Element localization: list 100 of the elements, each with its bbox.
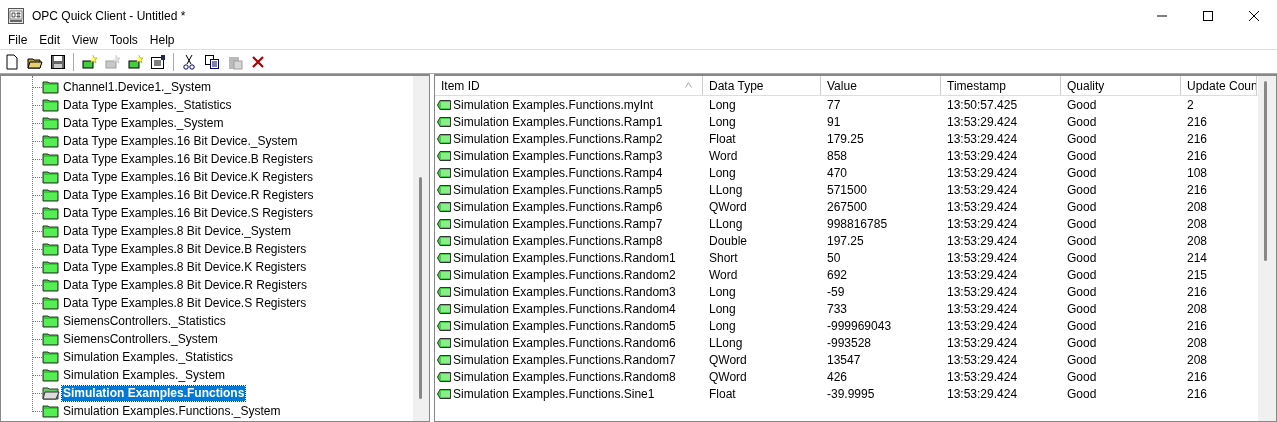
folder-icon [42,206,60,220]
column-header[interactable]: Value [821,76,941,95]
update-count-cell: 208 [1187,216,1208,231]
cut-icon[interactable] [181,53,197,70]
update-count-cell: 216 [1187,284,1208,299]
column-header[interactable]: Quality [1061,76,1181,95]
item-id-cell[interactable]: Simulation Examples.Functions.Random3 [453,284,676,299]
item-id-cell[interactable]: Simulation Examples.Functions.Ramp7 [453,216,663,231]
item-id-cell[interactable]: Simulation Examples.Functions.Ramp6 [453,199,663,214]
folder-icon [42,116,60,130]
new-server-icon[interactable] [81,53,97,70]
tag-icon [437,99,451,110]
app-logo-icon [8,7,24,24]
item-id-cell[interactable]: Simulation Examples.Functions.Random5 [453,318,676,333]
value-cell: -999969043 [827,318,892,333]
tree-item[interactable]: Data Type Examples.8 Bit Device._System [62,223,292,239]
column-header[interactable]: Item ID [435,76,703,95]
properties-icon[interactable] [150,53,166,70]
quality-cell: Good [1067,284,1097,299]
value-cell: 179.25 [827,131,864,146]
quality-cell: Good [1067,250,1097,265]
menu-item[interactable]: File [2,33,34,47]
tree-item[interactable]: Simulation Examples.Functions [62,385,246,401]
tag-icon [437,218,451,229]
quality-cell: Good [1067,216,1097,231]
quality-cell: Good [1067,165,1097,180]
tree-item[interactable]: SiemensControllers._Statistics [62,313,227,329]
timestamp-cell: 13:53:29.424 [947,148,1018,163]
data-type-cell: LLong [709,335,743,350]
item-id-cell[interactable]: Simulation Examples.Functions.Ramp1 [453,114,663,129]
column-header[interactable]: Data Type [703,76,821,95]
tree-item[interactable]: Channel1.Device1._System [62,79,213,95]
timestamp-cell: 13:53:29.424 [947,199,1018,214]
tree-item[interactable]: Data Type Examples.8 Bit Device.S Registers [62,295,308,311]
sort-arrow-icon [685,82,692,88]
value-cell: 470 [827,165,848,180]
tree-item[interactable]: Data Type Examples.16 Bit Device._System [62,133,299,149]
value-cell: 13547 [827,352,861,367]
tree-item[interactable]: Simulation Examples._Statistics [62,349,235,365]
data-type-cell: Long [709,165,736,180]
item-id-cell[interactable]: Simulation Examples.Functions.Ramp5 [453,182,663,197]
update-count-cell: 2 [1187,97,1194,112]
tree-item[interactable]: Simulation Examples._System [62,367,227,383]
update-count-cell: 215 [1187,267,1208,282]
delete-icon[interactable] [250,53,266,70]
tag-icon [437,303,451,314]
item-id-cell[interactable]: Simulation Examples.Functions.Ramp2 [453,131,663,146]
menu-item[interactable]: Help [143,33,181,47]
menu-item[interactable]: Edit [33,33,67,47]
data-type-cell: LLong [709,216,743,231]
folder-icon [42,332,60,346]
item-id-cell[interactable]: Simulation Examples.Functions.Random4 [453,301,676,316]
timestamp-cell: 13:53:29.424 [947,318,1018,333]
item-id-cell[interactable]: Simulation Examples.Functions.Random2 [453,267,676,282]
tree-item[interactable]: Simulation Examples.Functions._System [62,403,282,419]
tree-item[interactable]: Data Type Examples._System [62,115,225,131]
update-count-cell: 208 [1187,352,1208,367]
item-id-cell[interactable]: Simulation Examples.Functions.Random1 [453,250,676,265]
scrollbar[interactable] [1258,76,1276,421]
item-id-cell[interactable]: Simulation Examples.Functions.Ramp4 [453,165,663,180]
tree-item[interactable]: Data Type Examples.16 Bit Device.S Registers [62,205,314,221]
quality-cell: Good [1067,199,1097,214]
tag-icon [437,167,451,178]
tree-item[interactable]: Data Type Examples.8 Bit Device.K Registers [62,259,308,275]
new-document-icon[interactable] [4,53,20,70]
quality-cell: Good [1067,335,1097,350]
close-icon[interactable] [1249,10,1259,21]
timestamp-cell: 13:53:29.424 [947,182,1018,197]
save-icon[interactable] [50,53,66,70]
tag-icon [437,116,451,127]
value-cell: 733 [827,301,848,316]
tree-item[interactable]: Data Type Examples.16 Bit Device.B Registers [62,151,314,167]
item-id-cell[interactable]: Simulation Examples.Functions.Ramp3 [453,148,663,163]
update-count-cell: 214 [1187,250,1208,265]
new-item-icon[interactable] [127,53,143,70]
tag-icon [437,133,451,144]
update-count-cell: 208 [1187,335,1208,350]
update-count-cell: 216 [1187,114,1208,129]
tree-item[interactable]: SiemensControllers._System [62,331,219,347]
tree-item[interactable]: Data Type Examples.16 Bit Device.R Registers [62,187,315,203]
data-type-cell: Float [709,386,736,401]
value-cell: 267500 [827,199,868,214]
quality-cell: Good [1067,369,1097,384]
item-id-cell[interactable]: Simulation Examples.Functions.Random8 [453,369,676,384]
item-id-cell[interactable]: Simulation Examples.Functions.Random7 [453,352,676,367]
item-id-cell[interactable]: Simulation Examples.Functions.myInt [453,97,654,112]
tree-item[interactable]: Data Type Examples.8 Bit Device.B Registers [62,241,308,257]
item-id-cell[interactable]: Simulation Examples.Functions.Ramp8 [453,233,663,248]
menu-item[interactable]: Tools [103,33,144,47]
maximize-icon[interactable] [1203,10,1213,21]
copy-icon[interactable] [204,53,220,70]
menu-item[interactable]: View [66,33,104,47]
value-cell: 77 [827,97,841,112]
scrollbar[interactable] [413,76,429,421]
tree-item[interactable]: Data Type Examples.16 Bit Device.K Registers [62,169,314,185]
tree-item[interactable]: Data Type Examples.8 Bit Device.R Registers [62,277,308,293]
item-id-cell[interactable]: Simulation Examples.Functions.Sine1 [453,386,655,401]
item-id-cell[interactable]: Simulation Examples.Functions.Random6 [453,335,676,350]
tree-item[interactable]: Data Type Examples._Statistics [62,97,233,113]
column-header[interactable]: Timestamp [941,76,1061,95]
